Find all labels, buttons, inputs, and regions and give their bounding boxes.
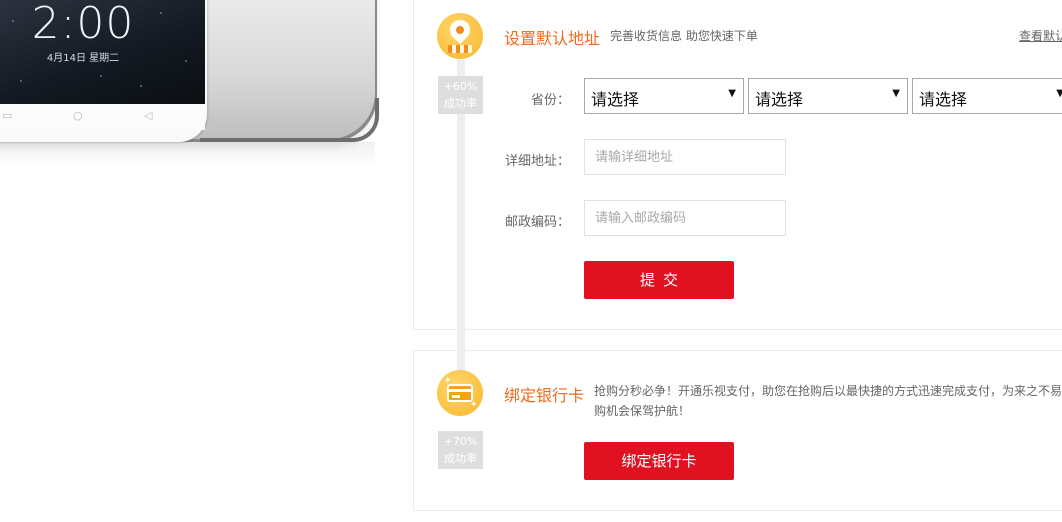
province-label: 省份：: [530, 93, 570, 108]
address-step-subtitle: 完善收货信息 助您快速下单: [610, 29, 758, 43]
success-rate-value: +70%: [443, 435, 478, 448]
district-select[interactable]: 请选择 ▼: [912, 78, 1062, 114]
bank-step-title: 绑定银行卡: [504, 386, 585, 405]
zip-code-label: 邮政编码：: [504, 215, 570, 230]
submit-button[interactable]: 提交: [584, 261, 734, 299]
phone-screen-frame: 2:00 4月14日 星期二 ▭ ○ ◁: [0, 0, 207, 142]
district-select-value: 请选择: [919, 90, 968, 109]
bank-card-card: [413, 350, 1062, 511]
view-default-address-link[interactable]: 查看默认: [1019, 27, 1062, 44]
bank-step-description: 抢购分秒必争！开通乐视支付，助您在抢购后以最快捷的方式迅速完成支付，为来之不易 …: [594, 381, 1062, 421]
phone-illustration: 2:00 4月14日 星期二 ▭ ○ ◁: [0, 0, 380, 170]
province-select[interactable]: 请选择 ▼: [584, 78, 744, 114]
success-rate-label: 成功率: [444, 97, 477, 110]
detail-address-label: 详细地址：: [504, 154, 570, 169]
bank-description-line: 抢购分秒必争！开通乐视支付，助您在抢购后以最快捷的方式迅速完成支付，为来之不易: [594, 384, 1062, 398]
phone-screen: 2:00 4月14日 星期二: [0, 0, 205, 104]
back-key-icon: ◁: [144, 109, 153, 122]
dropdown-arrow-icon: ▼: [1056, 88, 1062, 99]
address-step-title: 设置默认地址: [504, 29, 601, 48]
detail-address-input[interactable]: [584, 139, 786, 175]
lock-screen-date: 4月14日 星期二: [46, 53, 120, 64]
success-rate-badge: +70% 成功率: [438, 431, 483, 469]
province-select-value: 请选择: [591, 90, 640, 109]
dropdown-arrow-icon: ▼: [728, 88, 736, 99]
home-key-icon: ○: [73, 109, 83, 122]
location-pin-icon: [437, 13, 483, 59]
phone-edge: [200, 98, 379, 142]
menu-key-icon: ▭: [2, 109, 13, 122]
phone-nav-keys: ▭ ○ ◁: [0, 104, 205, 130]
success-rate-label: 成功率: [444, 452, 477, 465]
dropdown-arrow-icon: ▼: [892, 88, 900, 99]
city-select[interactable]: 请选择 ▼: [748, 78, 908, 114]
bind-bank-card-button[interactable]: 绑定银行卡: [584, 442, 734, 480]
city-select-value: 请选择: [755, 90, 804, 109]
phone-shadow: [0, 142, 375, 166]
zip-code-input[interactable]: [584, 200, 786, 236]
bank-card-icon: ✦ ✦: [437, 370, 483, 416]
success-rate-badge: +60% 成功率: [438, 76, 483, 114]
bank-description-line: 购机会保驾护航！: [594, 404, 691, 418]
success-rate-value: +60%: [443, 80, 478, 93]
lock-screen-time: 2:00: [31, 0, 135, 49]
